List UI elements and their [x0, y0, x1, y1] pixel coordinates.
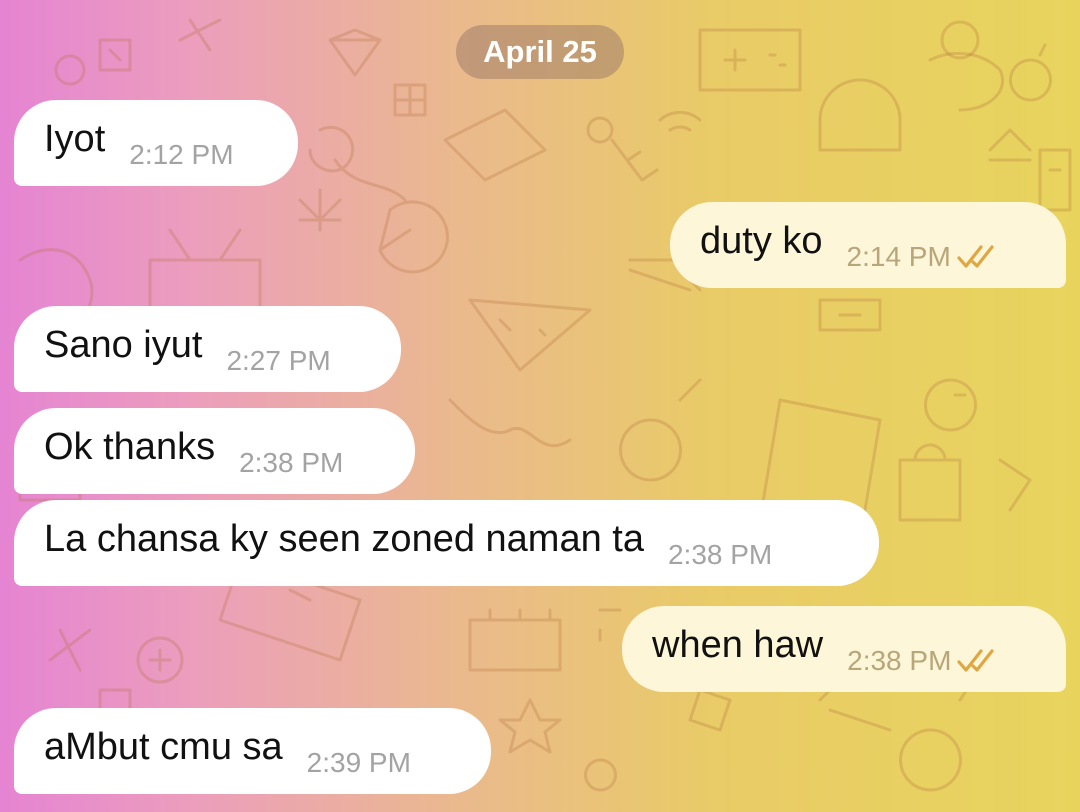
- message-meta: 2:12 PM: [129, 139, 233, 171]
- double-check-icon: [957, 245, 994, 268]
- message-time: 2:14 PM: [846, 241, 951, 272]
- double-check-icon: [957, 649, 995, 672]
- message-time: 2:38 PM: [239, 447, 344, 478]
- message-bubble-incoming[interactable]: aMbut cmu sa 2:39 PM: [14, 708, 491, 794]
- message-meta: 2:38 PM: [847, 645, 1001, 677]
- date-separator: April 25: [456, 25, 624, 79]
- message-meta: 2:38 PM: [239, 447, 343, 479]
- message-text: aMbut cmu sa: [44, 725, 283, 768]
- message-bubble-outgoing[interactable]: when haw 2:38 PM: [622, 606, 1066, 692]
- message-time: 2:38 PM: [667, 539, 773, 570]
- message-meta: 2:38 PM: [668, 539, 772, 571]
- message-meta: 2:14 PM: [847, 241, 1001, 273]
- message-bubble-incoming[interactable]: La chansa ky seen zoned naman ta 2:38 PM: [14, 500, 879, 586]
- message-bubble-incoming[interactable]: Ok thanks 2:38 PM: [14, 408, 415, 494]
- message-text: when haw: [652, 623, 824, 666]
- chat-screen: { "chat": { "date_separator": "April 25"…: [0, 0, 1080, 812]
- message-bubble-incoming[interactable]: Iyot 2:12 PM: [14, 100, 298, 186]
- message-text: Ok thanks: [44, 425, 216, 468]
- message-meta: 2:27 PM: [226, 345, 330, 377]
- message-text: La chansa ky seen zoned naman ta: [44, 517, 644, 560]
- message-meta: 2:39 PM: [307, 747, 411, 779]
- message-time: 2:39 PM: [306, 747, 411, 778]
- message-time: 2:27 PM: [226, 345, 331, 376]
- message-time: 2:12 PM: [129, 139, 234, 170]
- message-text: Iyot: [44, 117, 106, 160]
- message-time: 2:38 PM: [847, 645, 952, 676]
- message-text: Sano iyut: [44, 323, 203, 366]
- message-bubble-outgoing[interactable]: duty ko 2:14 PM: [670, 202, 1066, 288]
- message-bubble-incoming[interactable]: Sano iyut 2:27 PM: [14, 306, 401, 392]
- message-text: duty ko: [700, 219, 823, 262]
